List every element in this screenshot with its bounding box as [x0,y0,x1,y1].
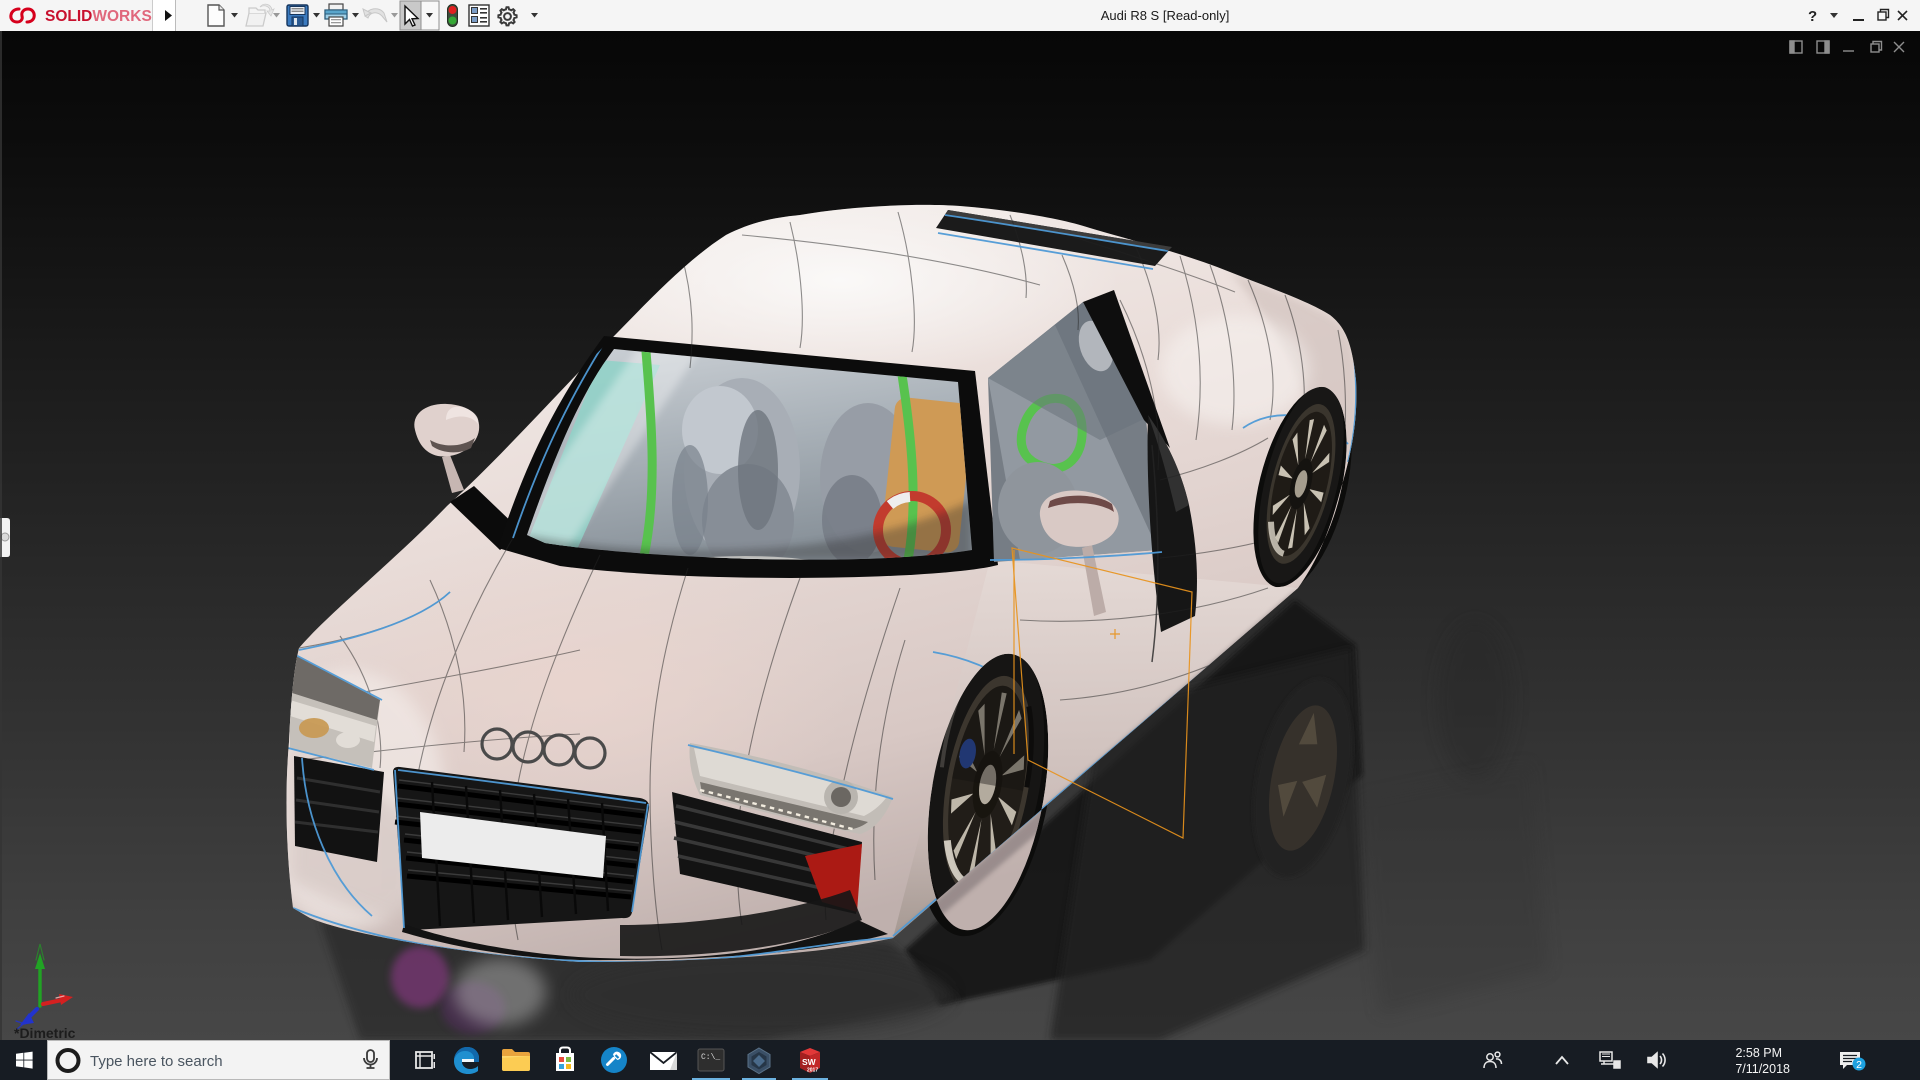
svg-text:2017: 2017 [807,1068,818,1074]
svg-text:SOLIDWORKS: SOLIDWORKS [45,8,152,25]
svg-text:2:58 PM: 2:58 PM [1735,1046,1782,1060]
svg-text:2: 2 [1856,1059,1862,1071]
svg-text:C:\_: C:\_ [701,1053,720,1062]
svg-text:7/11/2018: 7/11/2018 [1735,1062,1790,1076]
svg-text:Type here to search: Type here to search [90,1053,223,1070]
svg-text:SW: SW [802,1057,817,1067]
svg-text:?: ? [1808,8,1817,25]
svg-text:*Dimetric: *Dimetric [14,1025,76,1041]
